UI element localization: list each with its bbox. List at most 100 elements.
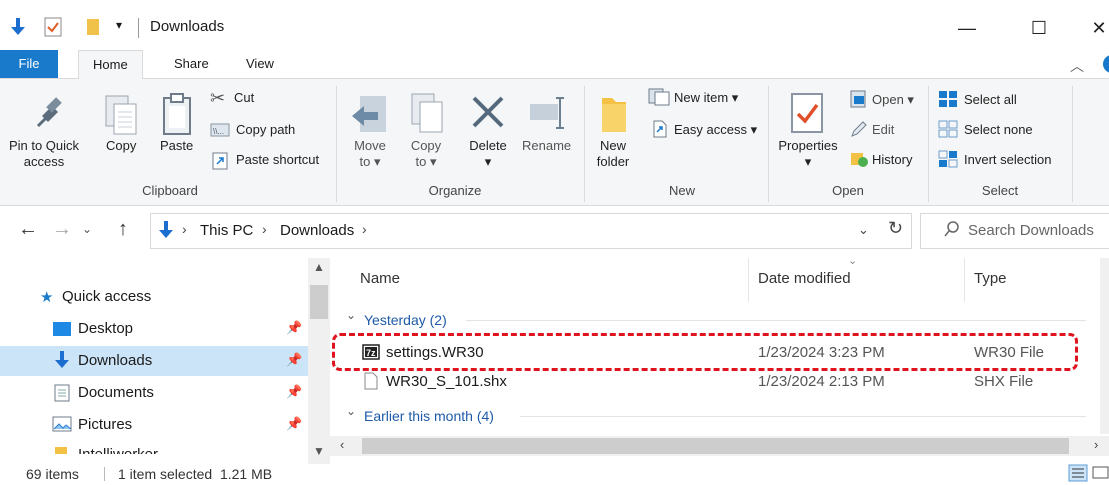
tab-view[interactable]: View <box>232 50 288 78</box>
pin-label: Pin to Quick <box>8 138 80 153</box>
invert-selection-icon <box>938 150 958 171</box>
file-type: SHX File <box>974 373 1034 390</box>
file-list-vertical-scrollbar[interactable] <box>1100 258 1109 434</box>
details-view-icon[interactable] <box>1068 464 1088 485</box>
paste-shortcut-label: Paste shortcut <box>236 152 320 167</box>
pin-icon: 📌 <box>286 384 303 399</box>
breadcrumb-chevron-icon[interactable]: › <box>182 221 187 237</box>
cut-label: Cut <box>234 90 255 105</box>
new-folder-label-2: folder <box>596 154 630 169</box>
group-separator <box>1072 86 1073 202</box>
address-dropdown-icon[interactable]: ⌄ <box>858 222 869 238</box>
group-expand-icon[interactable]: ⌄ <box>346 404 356 418</box>
sort-indicator-icon: ⌄ <box>848 255 858 267</box>
downloads-arrow-icon <box>54 350 70 373</box>
pin-icon <box>36 96 62 131</box>
pin-to-quick-access-button[interactable]: Pin to Quick access <box>0 88 88 178</box>
collapse-ribbon-icon[interactable]: ︿ <box>1070 56 1084 76</box>
file-icon <box>364 372 378 393</box>
properties-button[interactable]: Properties ▾ <box>772 88 842 180</box>
new-folder-icon[interactable] <box>86 18 100 36</box>
folder-icon <box>600 92 628 137</box>
edit-icon <box>850 120 868 141</box>
group-separator <box>768 86 769 202</box>
downloads-location-icon <box>158 219 174 244</box>
group-divider <box>520 416 1086 417</box>
column-name[interactable]: Name <box>360 270 400 287</box>
rename-button[interactable]: Rename <box>518 88 578 180</box>
scissors-icon: ✂ <box>210 88 226 108</box>
group-earlier-this-month[interactable]: Earlier this month (4) <box>364 408 494 424</box>
nav-item-desktop[interactable]: Desktop <box>78 320 133 337</box>
status-item-count: 69 items <box>26 466 79 482</box>
horizontal-scroll-thumb[interactable] <box>362 438 1069 454</box>
open-label: Open ▾ <box>872 92 914 107</box>
copy-to-button[interactable]: Copy to ▾ <box>402 88 450 180</box>
easy-access-label: Easy access ▾ <box>674 122 758 137</box>
breadcrumb-this-pc[interactable]: This PC <box>200 222 253 239</box>
maximize-button[interactable]: ☐ <box>1016 8 1062 48</box>
scroll-down-icon[interactable]: ▼ <box>313 444 325 458</box>
large-icons-view-icon[interactable] <box>1092 464 1109 485</box>
breadcrumb-downloads[interactable]: Downloads <box>280 222 354 239</box>
group-yesterday[interactable]: Yesterday (2) <box>364 312 447 328</box>
close-button[interactable]: ✕ <box>1076 8 1109 48</box>
pictures-icon <box>52 416 72 435</box>
column-date-modified[interactable]: Date modified <box>758 270 851 287</box>
new-folder-button[interactable]: New folder <box>590 88 640 180</box>
nav-item-downloads[interactable]: Downloads <box>78 352 152 369</box>
group-separator <box>928 86 929 202</box>
up-arrow-icon[interactable]: ↑ <box>118 218 128 241</box>
tab-share[interactable]: Share <box>160 50 223 78</box>
copy-label: Copy <box>106 138 137 153</box>
nav-item-pictures[interactable]: Pictures <box>78 416 132 433</box>
copy-path-icon: \\... <box>210 122 230 141</box>
nav-item-quick-access[interactable]: Quick access <box>62 288 151 305</box>
nav-item-documents[interactable]: Documents <box>78 384 154 401</box>
new-item-icon <box>648 88 670 109</box>
select-all-icon <box>938 90 958 111</box>
scroll-up-icon[interactable]: ▲ <box>313 260 325 274</box>
forward-arrow-icon[interactable]: → <box>52 218 72 241</box>
select-group-label: Select <box>981 183 1019 198</box>
properties-label: Properties <box>778 138 838 153</box>
quick-access-star-icon: ★ <box>40 289 54 306</box>
folder-icon <box>54 446 68 454</box>
nav-scroll-thumb[interactable] <box>310 285 328 319</box>
select-all-label: Select all <box>964 92 1017 107</box>
table-row[interactable]: WR30_S_101.shx 1/23/2024 2:13 PM SHX Fil… <box>338 370 1078 396</box>
new-item-label: New item ▾ <box>674 90 739 105</box>
minimize-button[interactable]: — <box>944 8 990 48</box>
copy-button[interactable]: Copy <box>98 88 142 178</box>
open-icon <box>850 90 868 111</box>
refresh-icon[interactable]: ↻ <box>888 218 903 239</box>
back-arrow-icon[interactable]: ← <box>18 218 38 241</box>
breadcrumb-chevron-icon[interactable]: › <box>262 221 267 237</box>
recent-locations-icon[interactable]: ⌄ <box>82 222 92 236</box>
copy-to-icon <box>410 92 444 139</box>
open-group-label: Open <box>832 183 864 198</box>
quick-access-toolbar-down-arrow-icon[interactable] <box>10 16 26 38</box>
breadcrumb-chevron-icon[interactable]: › <box>362 221 367 237</box>
search-input[interactable]: Search Downloads <box>968 222 1094 239</box>
group-expand-icon[interactable]: ⌄ <box>346 308 356 322</box>
customize-toolbar-icon[interactable]: ▾ <box>116 18 122 32</box>
scroll-left-icon[interactable]: ‹ <box>340 437 344 452</box>
tab-home[interactable]: Home <box>78 50 143 79</box>
column-type[interactable]: Type <box>974 270 1007 287</box>
copy-path-label: Copy path <box>236 122 296 137</box>
move-to-icon <box>350 94 390 141</box>
red-dashed-highlight <box>332 333 1078 371</box>
rename-icon <box>528 96 568 133</box>
status-separator <box>104 467 105 481</box>
title-separator <box>138 18 139 38</box>
paste-button[interactable]: Paste <box>154 88 202 178</box>
scroll-right-icon[interactable]: › <box>1094 437 1098 452</box>
help-icon[interactable] <box>1098 55 1109 73</box>
move-to-button[interactable]: Move to ▾ <box>344 88 396 180</box>
nav-item-intelliworker[interactable]: Intelliworker <box>78 446 158 454</box>
delete-button[interactable]: Delete ▾ <box>460 88 516 180</box>
properties-check-icon[interactable] <box>44 17 62 37</box>
tab-file[interactable]: File <box>0 50 58 78</box>
paste-label: Paste <box>160 138 194 153</box>
